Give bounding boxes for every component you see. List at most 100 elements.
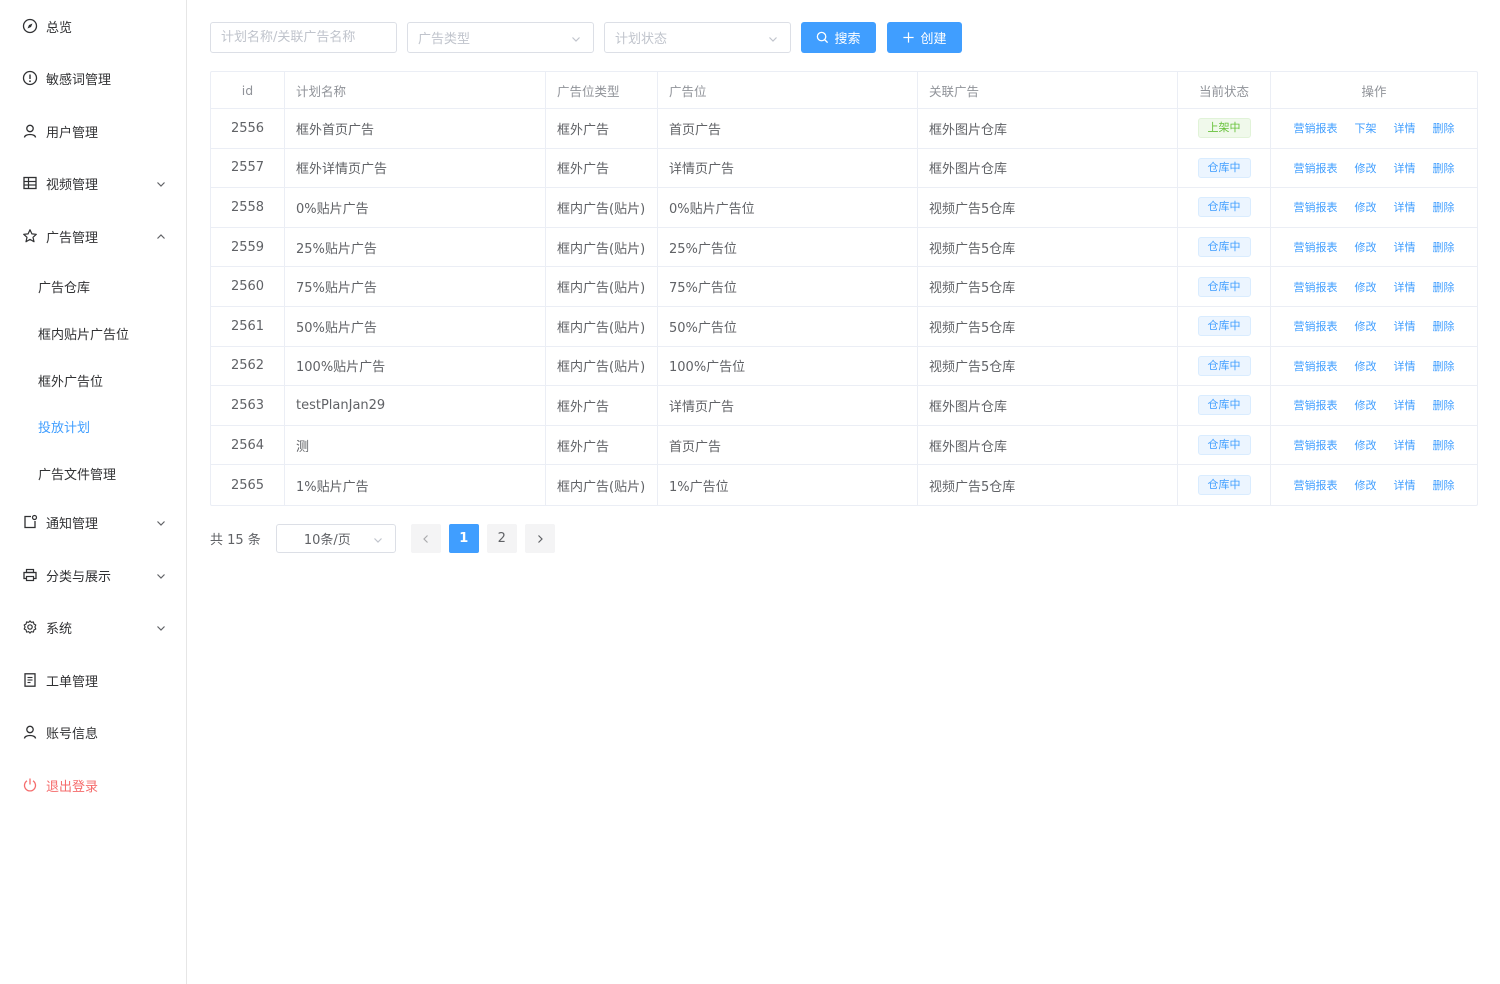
details-link[interactable]: 详情 (1394, 279, 1416, 295)
cell-actions: 营销报表 修改 详情 删除 (1271, 228, 1477, 267)
delete-link[interactable]: 删除 (1433, 239, 1455, 255)
chevron-down-icon (373, 534, 383, 544)
sidebar-item-categories[interactable]: 分类与展示 (0, 550, 186, 600)
sidebar-item-tickets[interactable]: 工单管理 (0, 655, 186, 705)
marketing-report-link[interactable]: 营销报表 (1294, 397, 1338, 413)
delete-link[interactable]: 删除 (1433, 199, 1455, 215)
edit-toggle-link[interactable]: 修改 (1355, 160, 1377, 176)
cell-id: 2557 (211, 148, 285, 188)
cell-plan-name: 框外详情页广告 (285, 148, 546, 188)
marketing-report-link[interactable]: 营销报表 (1294, 160, 1338, 176)
edit-toggle-link[interactable]: 修改 (1355, 318, 1377, 334)
sidebar-item-videos[interactable]: 视频管理 (0, 158, 186, 208)
warning-icon (22, 70, 38, 86)
header-status: 当前状态 (1178, 72, 1271, 108)
plan-search-field[interactable] (210, 22, 397, 53)
delete-link[interactable]: 删除 (1433, 397, 1455, 413)
details-link[interactable]: 详情 (1394, 358, 1416, 374)
details-link[interactable]: 详情 (1394, 120, 1416, 136)
sidebar-item-delivery-plan[interactable]: 投放计划 (0, 401, 186, 451)
plus-icon (903, 32, 915, 43)
chevron-down-icon (156, 178, 166, 188)
create-button[interactable]: 创建 (887, 22, 962, 53)
page-button-1[interactable]: 1 (448, 524, 479, 553)
details-link[interactable]: 详情 (1394, 199, 1416, 215)
cell-status: 仓库中 (1178, 306, 1271, 346)
sidebar-item-logout[interactable]: 退出登录 (0, 760, 186, 810)
marketing-report-link[interactable]: 营销报表 (1294, 358, 1338, 374)
marketing-report-link[interactable]: 营销报表 (1294, 437, 1338, 453)
edit-toggle-link[interactable]: 修改 (1355, 358, 1377, 374)
cell-status: 仓库中 (1178, 386, 1271, 425)
cell-actions: 营销报表 修改 详情 删除 (1271, 465, 1477, 505)
sidebar-item-sensitive-words[interactable]: 敏感词管理 (0, 53, 186, 103)
edit-toggle-link[interactable]: 下架 (1355, 120, 1377, 136)
search-button[interactable]: 搜索 (801, 22, 876, 53)
chevron-down-icon (156, 517, 166, 527)
delete-link[interactable]: 删除 (1433, 120, 1455, 136)
marketing-report-link[interactable]: 营销报表 (1294, 279, 1338, 295)
delete-link[interactable]: 删除 (1433, 358, 1455, 374)
delete-link[interactable]: 删除 (1433, 279, 1455, 295)
cell-linked-ad: 框外图片仓库 (918, 148, 1178, 188)
prev-page-button[interactable] (410, 524, 441, 553)
edit-toggle-link[interactable]: 修改 (1355, 239, 1377, 255)
next-page-button[interactable] (524, 524, 555, 553)
marketing-report-link[interactable]: 营销报表 (1294, 318, 1338, 334)
cell-slot-type: 框内广告(贴片) (546, 188, 658, 227)
edit-toggle-link[interactable]: 修改 (1355, 397, 1377, 413)
cell-slot: 首页广告 (658, 109, 918, 148)
status-badge: 仓库中 (1197, 355, 1251, 376)
sidebar-item-notifications[interactable]: 通知管理 (0, 497, 186, 547)
sidebar-item-users[interactable]: 用户管理 (0, 106, 186, 156)
page-size-select[interactable]: 10条/页 (275, 524, 396, 553)
delete-link[interactable]: 删除 (1433, 437, 1455, 453)
cell-actions: 营销报表 修改 详情 删除 (1271, 188, 1477, 227)
marketing-report-link[interactable]: 营销报表 (1294, 199, 1338, 215)
table-row: 2564 测框外广告 首页广告 框外图片仓库 仓库中 营销报表 修改 详情 删除 (211, 425, 1477, 466)
status-badge: 仓库中 (1197, 197, 1251, 218)
delete-link[interactable]: 删除 (1433, 318, 1455, 334)
delete-link[interactable]: 删除 (1433, 477, 1455, 493)
edit-toggle-link[interactable]: 修改 (1355, 437, 1377, 453)
edit-toggle-link[interactable]: 修改 (1355, 477, 1377, 493)
cell-id: 2556 (211, 109, 285, 148)
sidebar-item-ad-files[interactable]: 广告文件管理 (0, 448, 186, 498)
sidebar-item-ad-warehouse[interactable]: 广告仓库 (0, 261, 186, 311)
cell-slot: 75%广告位 (658, 267, 918, 306)
status-badge: 仓库中 (1197, 157, 1251, 178)
cell-slot-type: 框内广告(贴片) (546, 465, 658, 505)
marketing-report-link[interactable]: 营销报表 (1294, 120, 1338, 136)
sidebar-item-label: 分类与展示 (46, 569, 112, 585)
cell-slot-type: 框外广告 (546, 425, 658, 465)
sidebar-item-overview[interactable]: 总览 (0, 1, 186, 51)
delete-link[interactable]: 删除 (1433, 160, 1455, 176)
cell-id: 2564 (211, 425, 285, 465)
plan-search-input[interactable] (221, 30, 396, 45)
details-link[interactable]: 详情 (1394, 160, 1416, 176)
ad-type-select[interactable]: 广告类型 (407, 22, 594, 53)
search-icon (817, 31, 829, 44)
details-link[interactable]: 详情 (1394, 477, 1416, 493)
sidebar-item-ads[interactable]: 广告管理 (0, 211, 186, 261)
marketing-report-link[interactable]: 营销报表 (1294, 477, 1338, 493)
sidebar-item-system[interactable]: 系统 (0, 602, 186, 652)
main-content: 广告类型 计划状态 搜索 创建 id 计划名称 广告位类型 广告位 关联广告 当… (188, 0, 1500, 984)
edit-toggle-link[interactable]: 修改 (1355, 279, 1377, 295)
edit-toggle-link[interactable]: 修改 (1355, 199, 1377, 215)
marketing-report-link[interactable]: 营销报表 (1294, 239, 1338, 255)
table-row: 2563 testPlanJan29 框外广告 详情页广告 框外图片仓库 仓库中 营销报表 修… (211, 386, 1477, 426)
table-row: 2558 0%贴片广告 框内广告(贴片) 0%贴片广告位 视频广告5仓库 仓库中 营销报表 修… (211, 188, 1477, 228)
page-button-2[interactable]: 2 (486, 524, 517, 553)
user-icon (22, 123, 38, 139)
page-size-value: 10条/页 (303, 533, 351, 548)
plan-status-select[interactable]: 计划状态 (604, 22, 791, 53)
details-link[interactable]: 详情 (1394, 318, 1416, 334)
details-link[interactable]: 详情 (1394, 239, 1416, 255)
sidebar-item-out-frame-slots[interactable]: 框外广告位 (0, 355, 186, 405)
details-link[interactable]: 详情 (1394, 437, 1416, 453)
sidebar-item-account[interactable]: 账号信息 (0, 707, 186, 757)
details-link[interactable]: 详情 (1394, 397, 1416, 413)
chevron-up-icon (156, 231, 166, 241)
sidebar-item-in-frame-slots[interactable]: 框内贴片广告位 (0, 308, 186, 358)
